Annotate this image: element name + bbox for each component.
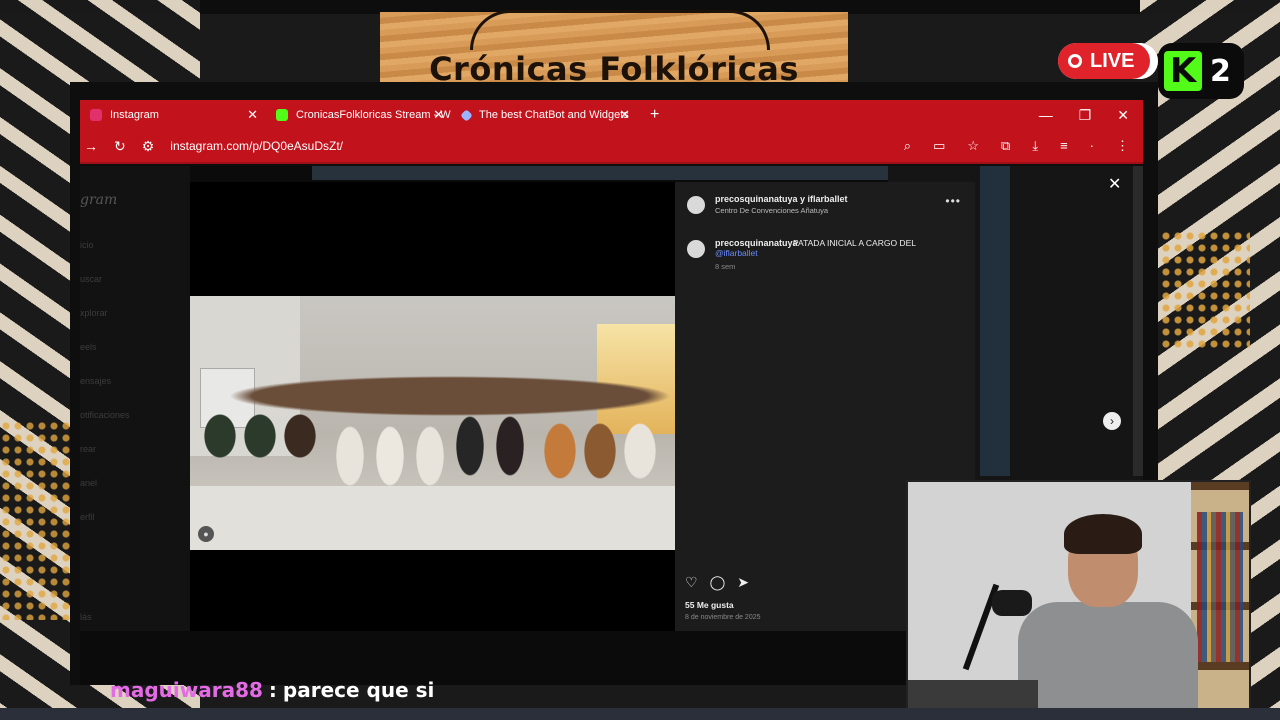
- nav-explore[interactable]: xplorar: [80, 308, 108, 318]
- decorative-dots-right: [1160, 230, 1250, 350]
- download-icon[interactable]: ⤓: [1032, 138, 1038, 154]
- user-tag-icon[interactable]: ●: [198, 526, 214, 542]
- comment-icon[interactable]: ◯: [710, 574, 726, 591]
- window-controls: — ❐ ✕: [1039, 100, 1143, 130]
- caption-time: 8 sem: [715, 262, 736, 271]
- nav-messages[interactable]: ensajes: [80, 376, 111, 386]
- close-icon[interactable]: ✕: [247, 107, 258, 123]
- viewer-count: 2: [1210, 53, 1231, 89]
- nav-home[interactable]: icio: [80, 240, 94, 250]
- close-icon[interactable]: ✕: [619, 107, 630, 123]
- scrollbar[interactable]: [1133, 166, 1143, 476]
- post-date: 8 de noviembre de 2025: [685, 614, 761, 621]
- post-media: ●: [190, 182, 675, 632]
- kick-icon: [276, 109, 288, 121]
- guitar-icon: [470, 10, 770, 50]
- group-photo: ●: [190, 296, 675, 550]
- tab-label: The best ChatBot and Widgets: [479, 109, 629, 121]
- books: [1197, 512, 1243, 662]
- chat-separator: :: [268, 678, 277, 702]
- tab-label: Instagram: [110, 109, 159, 121]
- kick-viewer-badge: K 2: [1158, 43, 1244, 99]
- instagram-icon: [90, 109, 102, 121]
- bookmark-star-icon[interactable]: ☆: [967, 138, 979, 154]
- menu-icon[interactable]: ⋮: [1116, 138, 1129, 154]
- caption-author[interactable]: precosquinanatuya: [715, 238, 798, 248]
- nav-create[interactable]: rear: [80, 444, 96, 454]
- live-label: LIVE: [1090, 49, 1135, 72]
- stream-overlay: Crónicas Folklóricas LIVE K 2 Instagram …: [0, 0, 1280, 720]
- profile-icon[interactable]: ·: [1090, 138, 1094, 154]
- nav-dashboard[interactable]: anel: [80, 478, 97, 488]
- new-tab-button[interactable]: +: [638, 100, 671, 130]
- nav-profile[interactable]: erfil: [80, 512, 95, 522]
- restore-icon[interactable]: ❐: [1079, 107, 1092, 124]
- streamer-body: [1018, 602, 1198, 712]
- nav-notifications[interactable]: otificaciones: [80, 410, 130, 420]
- tab-instagram[interactable]: Instagram ✕: [80, 100, 266, 130]
- decorative-dots-left: [0, 420, 80, 620]
- extensions-icon[interactable]: ⧉: [1001, 138, 1010, 154]
- caption-mention[interactable]: @iflarballet: [715, 248, 758, 258]
- post-location[interactable]: Centro De Convenciones Añatuya: [715, 206, 828, 215]
- streamer-hair: [1064, 514, 1142, 554]
- more-options-icon[interactable]: •••: [945, 194, 961, 208]
- diamond-icon: [460, 108, 473, 122]
- share-icon[interactable]: ➤: [737, 574, 749, 591]
- address-bar: → ↻ ⚙ instagram.com/p/DQ0eAsuDsZt/ ⌕ ▭ ☆…: [80, 130, 1143, 164]
- nav-more[interactable]: lás: [80, 612, 92, 622]
- minimize-icon[interactable]: —: [1039, 107, 1053, 123]
- live-badge: LIVE: [1058, 43, 1158, 79]
- url-field[interactable]: instagram.com/p/DQ0eAsuDsZt/: [170, 139, 343, 153]
- forward-icon[interactable]: →: [84, 138, 98, 154]
- media-icon[interactable]: ≡: [1060, 138, 1068, 154]
- tab-label: CronicasFolkloricas Stream - W: [296, 109, 451, 121]
- tab-kick-stream[interactable]: CronicasFolkloricas Stream - W ✕: [266, 100, 452, 130]
- tab-bar: Instagram ✕ CronicasFolkloricas Stream -…: [80, 100, 1143, 130]
- background-poster: [980, 166, 1010, 476]
- close-modal-icon[interactable]: ✕: [1108, 174, 1121, 194]
- site-settings-icon[interactable]: ⚙: [142, 138, 155, 155]
- microphone-icon: [992, 590, 1032, 616]
- tab-chatbot[interactable]: The best ChatBot and Widgets ✕: [452, 100, 638, 130]
- like-heart-icon[interactable]: ♡: [685, 574, 698, 591]
- like-count[interactable]: 55 Me gusta: [685, 600, 734, 610]
- caption-text: PATADA INICIAL A CARGO DEL: [793, 238, 916, 248]
- close-window-icon[interactable]: ✕: [1117, 107, 1129, 124]
- post-actions: ♡ ◯ ➤: [685, 574, 749, 591]
- nav-reels[interactable]: eels: [80, 342, 97, 352]
- post-author[interactable]: precosquinanatuya y iflarballet: [715, 194, 848, 204]
- nav-search[interactable]: uscar: [80, 274, 102, 284]
- install-app-icon[interactable]: ▭: [933, 138, 945, 154]
- reload-icon[interactable]: ↻: [114, 138, 126, 155]
- avatar[interactable]: [685, 194, 707, 216]
- next-post-icon[interactable]: ›: [1103, 412, 1121, 430]
- taskbar: [0, 708, 1280, 720]
- instagram-sidebar: gram icio uscar xplorar eels ensajes oti…: [80, 166, 190, 631]
- chat-username: maguiwara88: [110, 678, 263, 702]
- avatar[interactable]: [685, 238, 707, 260]
- instagram-logo[interactable]: gram: [80, 192, 117, 208]
- chat-text: parece que si: [282, 678, 435, 702]
- record-icon: [1068, 54, 1082, 68]
- photo-dancers: [190, 376, 675, 516]
- webcam-feed: [906, 480, 1251, 714]
- kick-icon: K: [1164, 51, 1202, 91]
- zoom-icon[interactable]: ⌕: [904, 138, 911, 154]
- toolbar-icons: ⌕ ▭ ☆ ⧉ ⤓ ≡ · ⋮: [904, 138, 1143, 154]
- chat-message: maguiwara88 : parece que si: [110, 676, 434, 704]
- close-icon[interactable]: ✕: [433, 107, 444, 123]
